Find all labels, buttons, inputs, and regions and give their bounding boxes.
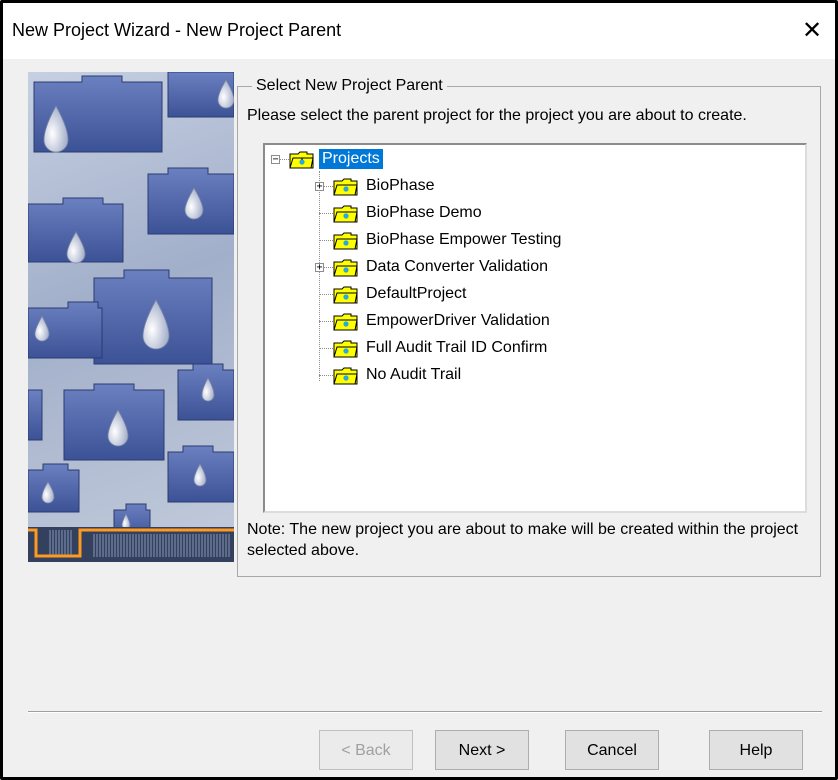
- tree-node-default-project[interactable]: DefaultProject: [333, 282, 470, 306]
- title-bar[interactable]: New Project Wizard - New Project Parent …: [3, 3, 835, 59]
- tree-node-label: BioPhase Demo: [366, 204, 482, 221]
- button-divider: [28, 711, 822, 713]
- tree-node-label: Data Converter Validation: [366, 258, 549, 275]
- tree-node-label: No Audit Trail: [366, 366, 462, 383]
- project-folder-icon: [289, 151, 314, 168]
- tree-node-label: BioPhase: [366, 177, 435, 194]
- wizard-illustration: [28, 72, 234, 562]
- project-folder-icon: [333, 178, 358, 195]
- tree-branch-line: [319, 348, 333, 349]
- tree-node-biophase-empower-testing[interactable]: BioPhase Empower Testing: [333, 228, 564, 252]
- window-title: New Project Wizard - New Project Parent: [12, 20, 342, 40]
- project-folder-icon: [333, 205, 358, 222]
- tree-root-connector: [319, 171, 320, 381]
- tree-branch-line: [319, 375, 333, 376]
- next-button[interactable]: Next >: [435, 730, 529, 770]
- project-folder-icon: [333, 286, 358, 303]
- project-folder-icon: [333, 232, 358, 249]
- tree-node-label: DefaultProject: [366, 285, 467, 302]
- tree-expand-data-converter-button[interactable]: +: [315, 263, 324, 273]
- tree-node-projects[interactable]: Projects: [289, 147, 383, 171]
- tree-expand-biophase-button[interactable]: +: [315, 182, 324, 192]
- tree-root-collapse-button[interactable]: −: [271, 155, 280, 165]
- wizard-window: New Project Wizard - New Project Parent …: [0, 0, 838, 780]
- project-folder-icon: [333, 367, 358, 384]
- tree-node-no-audit-trail[interactable]: No Audit Trail: [333, 363, 464, 387]
- tree-branch-line: [319, 213, 333, 214]
- tree-branch-line: [319, 321, 333, 322]
- select-parent-group: Select New Project Parent Please select …: [237, 77, 821, 577]
- tree-node-empowerdriver-validation[interactable]: EmpowerDriver Validation: [333, 309, 553, 333]
- project-tree[interactable]: − + + Projects BioPhase BioPhase Demo Bi…: [263, 143, 807, 513]
- instruction-text: Please select the parent project for the…: [247, 107, 747, 124]
- project-folder-icon: [333, 340, 358, 357]
- tree-node-label: Projects: [319, 149, 383, 169]
- cancel-button[interactable]: Cancel: [565, 730, 659, 770]
- tree-node-biophase-demo[interactable]: BioPhase Demo: [333, 201, 485, 225]
- close-icon[interactable]: ✕: [789, 3, 835, 59]
- tree-node-full-audit-trail-id-confirm[interactable]: Full Audit Trail ID Confirm: [333, 336, 550, 360]
- tree-node-label: BioPhase Empower Testing: [366, 231, 562, 248]
- tree-branch-line: [319, 240, 333, 241]
- tree-branch-line: [319, 294, 333, 295]
- tree-node-data-converter-validation[interactable]: Data Converter Validation: [333, 255, 551, 279]
- project-folder-icon: [333, 313, 358, 330]
- back-button[interactable]: < Back: [319, 730, 413, 770]
- note-text: Note: The new project you are about to m…: [247, 521, 799, 559]
- tree-branch-line: [323, 267, 333, 268]
- help-button[interactable]: Help: [709, 730, 803, 770]
- tree-node-biophase[interactable]: BioPhase: [333, 174, 438, 198]
- project-folder-icon: [333, 259, 358, 276]
- tree-branch-line: [323, 186, 333, 187]
- tree-node-label: Full Audit Trail ID Confirm: [366, 339, 548, 356]
- tree-node-label: EmpowerDriver Validation: [366, 312, 550, 329]
- group-title: Select New Project Parent: [252, 77, 447, 95]
